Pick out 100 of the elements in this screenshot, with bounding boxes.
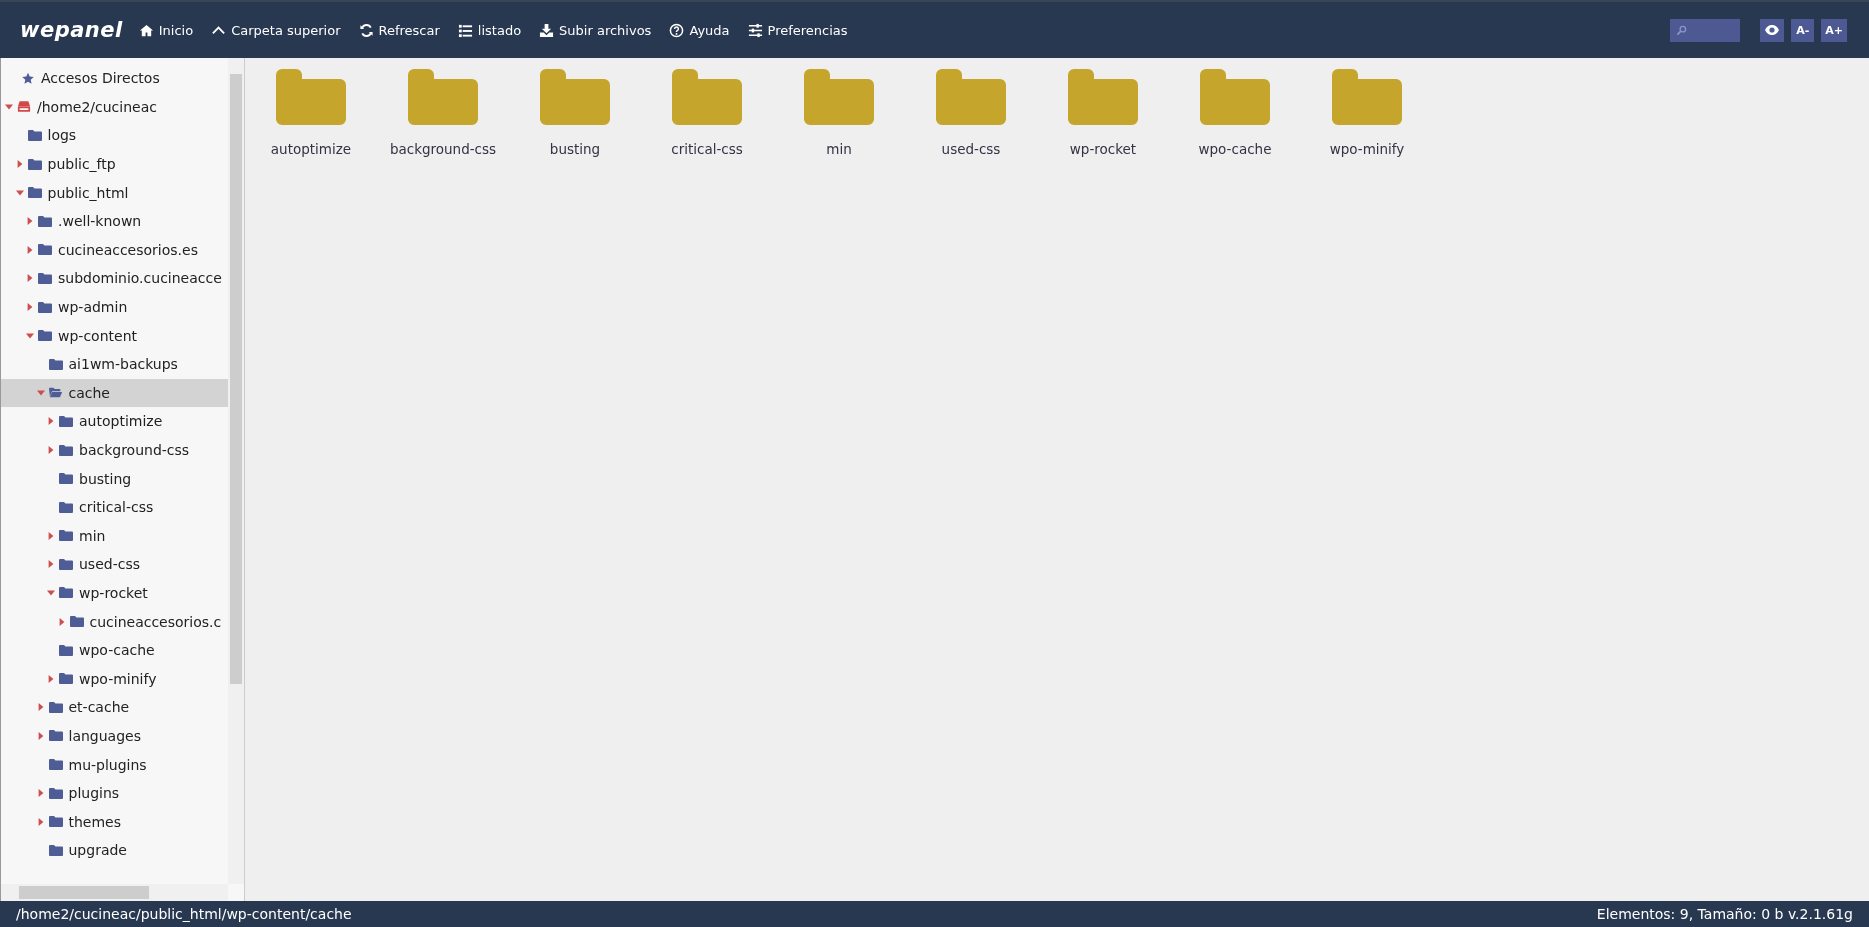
tree-item[interactable]: plugins [1, 778, 228, 808]
open-folder-icon [48, 386, 63, 400]
tree-item[interactable]: cucineaccesorios.es [1, 235, 228, 265]
expand-icon [36, 789, 45, 798]
tree-item[interactable]: cache [1, 378, 228, 408]
tree-item[interactable]: critical-css [1, 492, 228, 522]
tree-item[interactable]: busting [1, 464, 228, 493]
expand-icon [47, 560, 55, 569]
expand-icon [26, 217, 34, 226]
folder-item[interactable]: busting [509, 68, 641, 157]
collapse-icon [26, 331, 34, 340]
tree-item[interactable]: wp-content [1, 321, 228, 350]
tree-item[interactable]: languages [1, 721, 228, 751]
tree-item[interactable]: et-cache [1, 693, 228, 722]
tree-item[interactable]: wpo-minify [1, 664, 228, 694]
folder-icon [48, 700, 63, 714]
expand-icon [47, 417, 55, 426]
folder-icon [48, 815, 63, 829]
folder-icon [59, 500, 73, 514]
search-field[interactable] [1670, 18, 1741, 42]
home-icon [138, 22, 154, 38]
folder-item[interactable]: autoptimize [245, 68, 377, 157]
folder-item[interactable]: min [773, 68, 905, 157]
tree-item[interactable]: wp-rocket [1, 578, 228, 608]
toolbar-button[interactable]: Carpeta superior [211, 18, 341, 42]
refresh-icon [358, 22, 374, 38]
font-size-button[interactable]: A+ [1821, 18, 1847, 42]
font-size-button[interactable]: A- [1791, 18, 1815, 42]
current-path: /home2/cucineac/public_html/wp-content/cache [16, 906, 352, 922]
folder-item[interactable]: background-css [377, 68, 509, 157]
folder-icon [1200, 69, 1270, 125]
tree-item[interactable]: cucineaccesorios.c [1, 607, 228, 636]
folder-icon [804, 69, 874, 125]
expand-icon [57, 617, 66, 626]
tree-item[interactable]: background-css [1, 435, 228, 465]
expand-icon [47, 674, 55, 683]
shortcuts-label: Accesos Directos [41, 70, 160, 87]
toolbar-button[interactable]: Preferencias [747, 18, 848, 42]
collapse-icon [15, 188, 24, 197]
folder-icon [540, 69, 610, 125]
sliders-icon [747, 22, 763, 38]
tree-item[interactable]: themes [1, 807, 228, 837]
folder-icon [48, 758, 63, 772]
tree-item[interactable]: logs [1, 121, 228, 150]
tree-item[interactable]: used-css [1, 550, 228, 579]
tree-item[interactable]: public_ftp [1, 149, 228, 179]
tree-item[interactable]: wp-admin [1, 292, 228, 322]
drive-icon [17, 100, 31, 114]
view-toggle-button[interactable] [1760, 18, 1785, 42]
folder-icon [27, 186, 42, 200]
folder-icon [59, 557, 73, 571]
tree-item[interactable]: ai1wm-backups [1, 349, 228, 379]
tree-item[interactable]: mu-plugins [1, 750, 228, 779]
shortcuts-item[interactable]: Accesos Directos [1, 64, 228, 93]
tree-item[interactable]: public_html [1, 178, 228, 207]
folder-icon [59, 529, 73, 543]
expand-icon [47, 446, 55, 454]
tree-item[interactable]: upgrade [1, 836, 228, 865]
star-icon [21, 71, 35, 85]
folder-icon [408, 69, 478, 125]
tree-item[interactable]: min [1, 521, 228, 551]
tree-item[interactable]: autoptimize [1, 407, 228, 436]
tree-item[interactable]: /home2/cucineac [1, 92, 228, 122]
folder-icon [59, 443, 73, 457]
list-icon [457, 22, 473, 38]
toolbar-button[interactable]: Inicio [138, 18, 194, 42]
folder-icon [69, 615, 84, 629]
folder-item[interactable]: wpo-minify [1301, 68, 1433, 157]
expand-icon [15, 160, 24, 169]
folder-icon [59, 586, 73, 600]
tree-item[interactable]: subdominio.cucineacce [1, 264, 228, 293]
folder-item[interactable]: wp-rocket [1037, 68, 1169, 157]
toolbar-button[interactable]: Subir archivos [539, 18, 652, 42]
expand-icon [26, 274, 34, 283]
toolbar-button[interactable]: Refrescar [358, 18, 440, 42]
tree-item[interactable]: wpo-cache [1, 635, 228, 665]
folder-icon [1332, 69, 1402, 125]
vertical-scrollbar[interactable] [228, 58, 244, 884]
folder-icon [38, 329, 52, 343]
expand-icon [36, 817, 45, 826]
toolbar-button[interactable]: listado [457, 18, 522, 42]
folder-icon [48, 843, 63, 857]
folder-icon [38, 243, 52, 257]
logo[interactable]: wepanel [20, 18, 123, 42]
folder-icon [59, 414, 73, 428]
tree-item[interactable]: .well-known [1, 206, 228, 236]
expand-icon [36, 703, 45, 712]
folder-icon [1068, 69, 1138, 125]
folder-icon [48, 357, 63, 371]
folder-item[interactable]: critical-css [641, 68, 773, 157]
folder-icon [59, 672, 73, 686]
folder-item[interactable]: wpo-cache [1169, 68, 1301, 157]
search-icon [1676, 24, 1688, 36]
help-icon [669, 22, 685, 38]
horizontal-scrollbar[interactable] [1, 884, 228, 901]
folder-item[interactable]: used-css [905, 68, 1037, 157]
folder-icon [672, 69, 742, 125]
folder-info: Elementos: 9, Tamaño: 0 b v.2.1.61g [1596, 906, 1853, 922]
toolbar-button[interactable]: Ayuda [669, 18, 730, 42]
folder-icon [27, 157, 42, 171]
